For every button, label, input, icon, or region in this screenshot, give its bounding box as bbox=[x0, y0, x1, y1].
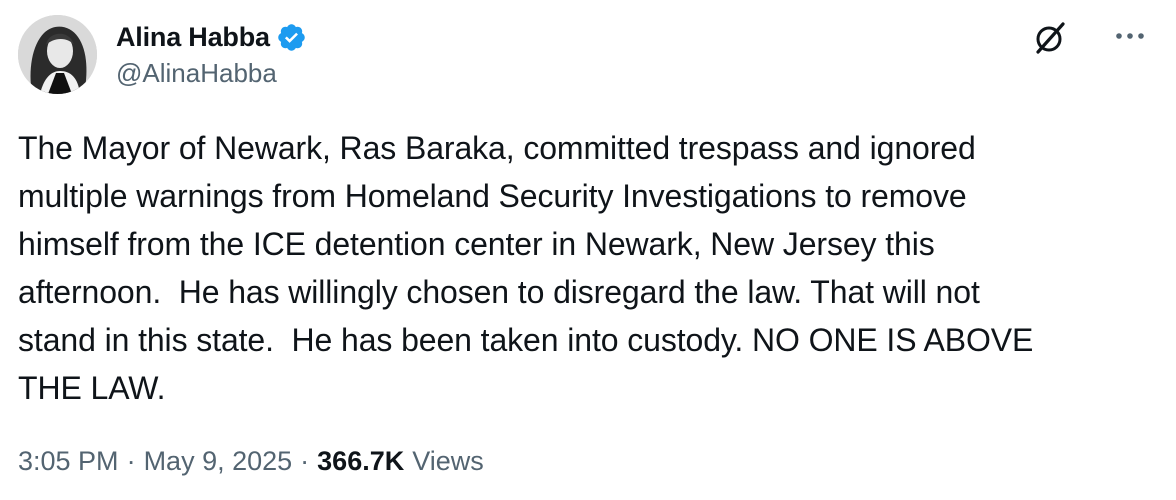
verified-badge-icon[interactable] bbox=[276, 22, 307, 53]
author-display-name[interactable]: Alina Habba bbox=[116, 22, 270, 53]
avatar[interactable] bbox=[18, 15, 97, 94]
author-handle[interactable]: @AlinaHabba bbox=[116, 58, 277, 89]
views-count[interactable]: 366.7K bbox=[317, 446, 404, 477]
views-label[interactable]: Views bbox=[412, 446, 484, 477]
grok-icon[interactable] bbox=[1030, 18, 1070, 58]
avatar-image bbox=[18, 15, 97, 94]
tweet-date[interactable]: May 9, 2025 bbox=[144, 446, 293, 477]
tweet-time[interactable]: 3:05 PM bbox=[18, 446, 119, 477]
tweet-text: The Mayor of Newark, Ras Baraka, committ… bbox=[18, 130, 1034, 406]
meta-separator: · bbox=[300, 446, 310, 476]
meta-separator: · bbox=[126, 446, 136, 476]
author-name-row: Alina Habba bbox=[116, 18, 307, 56]
tweet-meta: 3:05 PM · May 9, 2025 · 366.7K Views bbox=[18, 446, 484, 477]
more-options-icon[interactable] bbox=[1110, 20, 1150, 52]
